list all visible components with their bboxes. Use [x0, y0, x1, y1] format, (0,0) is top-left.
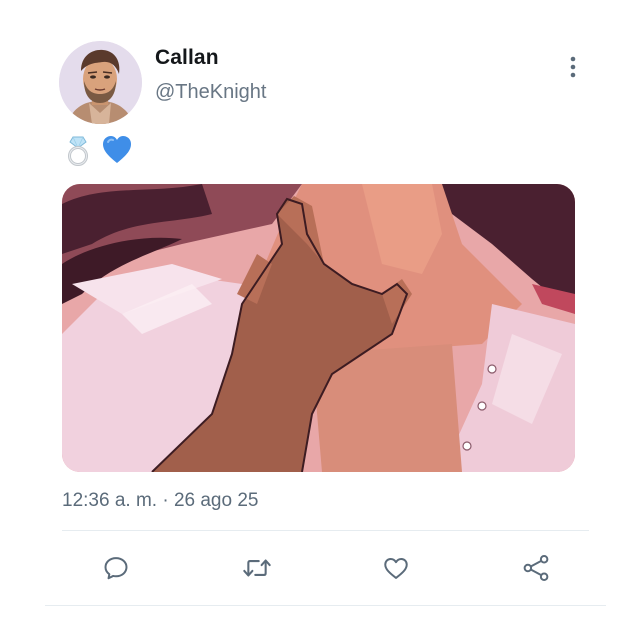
tweet-date: 26 ago 25 — [173, 490, 259, 511]
tweet-card: Callan @TheKnight 12:36 a. m. · 26 ago 2… — [0, 0, 643, 635]
tweet-text — [63, 132, 131, 168]
heart-icon — [384, 558, 408, 579]
ring-emoji — [63, 134, 93, 166]
speech-bubble-icon — [104, 557, 128, 580]
display-name[interactable]: Callan — [155, 46, 219, 70]
blue-heart-emoji — [101, 134, 131, 166]
share-icon — [523, 555, 549, 581]
avatar[interactable] — [59, 41, 142, 124]
more-options-button[interactable] — [560, 52, 586, 82]
retweet-button[interactable] — [237, 546, 277, 590]
divider-bottom — [45, 605, 606, 606]
share-button[interactable] — [516, 546, 556, 590]
tweet-actions-bar — [62, 546, 575, 590]
tweet-timestamp[interactable]: 12:36 a. m. · 26 ago 25 — [62, 490, 258, 512]
tweet-time: 12:36 a. m. — [62, 490, 158, 511]
divider-top — [62, 530, 589, 531]
like-button[interactable] — [376, 546, 416, 590]
timestamp-separator: · — [157, 490, 174, 511]
retweet-icon — [243, 559, 271, 577]
avatar-illustration — [59, 41, 142, 124]
tweet-media-image[interactable] — [62, 184, 575, 472]
reply-button[interactable] — [96, 546, 136, 590]
user-handle[interactable]: @TheKnight — [155, 81, 266, 104]
vertical-dots-icon — [570, 56, 576, 78]
media-illustration — [62, 184, 575, 472]
